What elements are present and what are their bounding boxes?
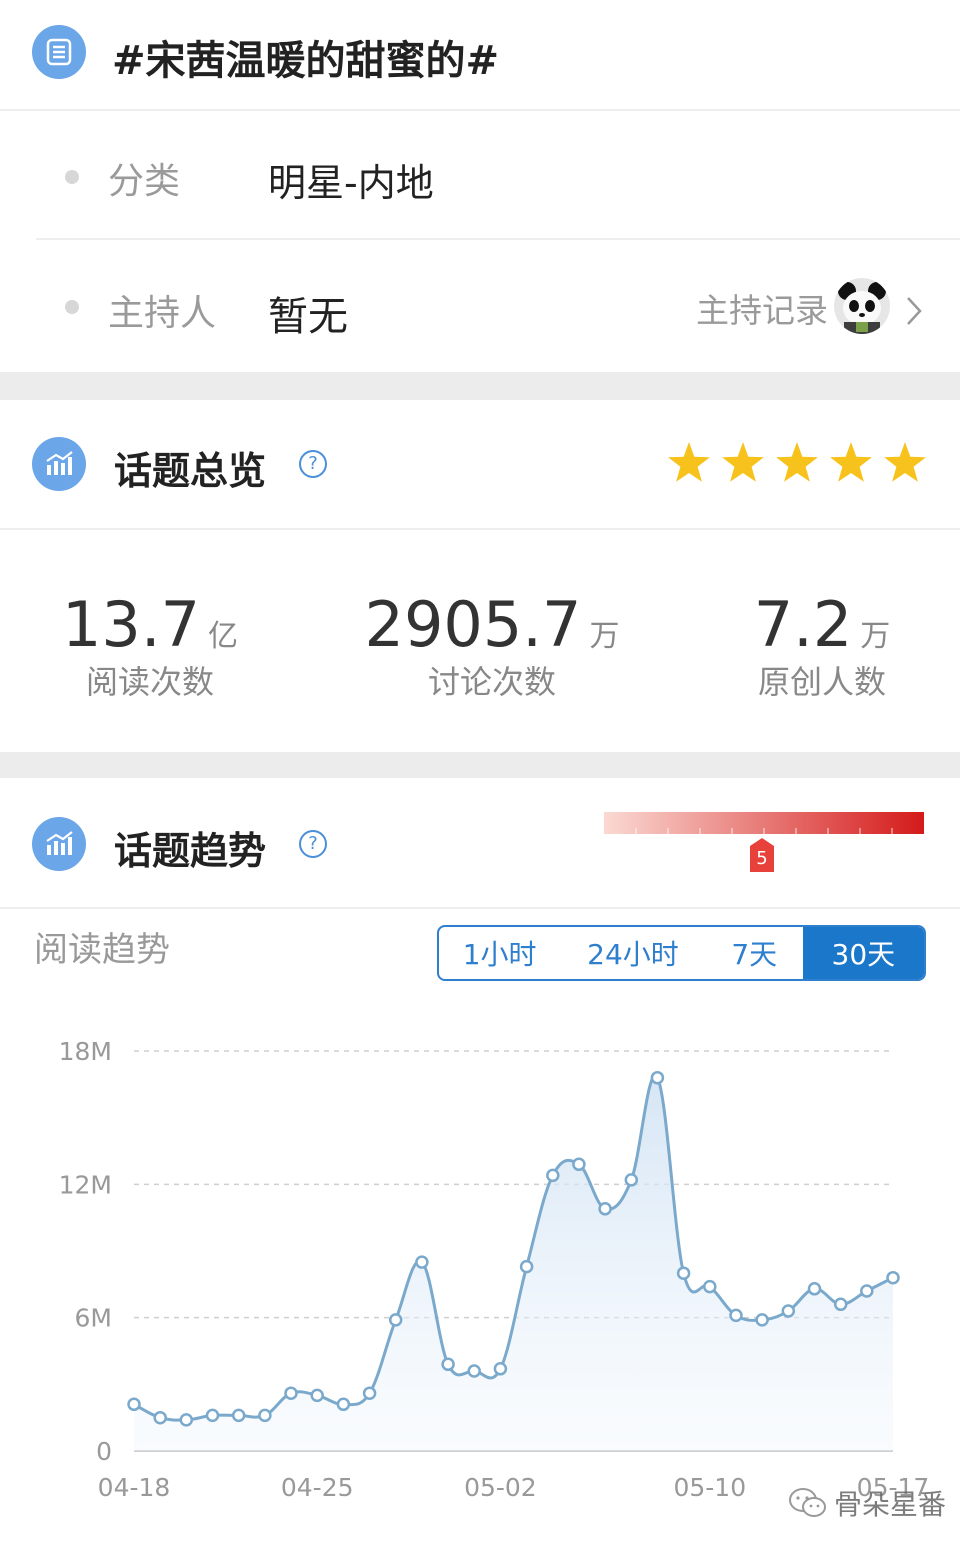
data-point bbox=[493, 1362, 508, 1376]
section-gap bbox=[0, 752, 960, 778]
host-record-label: 主持记录 bbox=[696, 291, 828, 330]
list-icon bbox=[32, 25, 86, 79]
data-point bbox=[415, 1255, 429, 1269]
x-tick-label: 04-18 bbox=[98, 1473, 171, 1502]
tab-1h[interactable]: 1小时 bbox=[439, 927, 560, 979]
chart-icon bbox=[32, 437, 86, 491]
heat-level: 5 bbox=[756, 848, 768, 869]
panda-avatar bbox=[834, 278, 890, 334]
data-point bbox=[860, 1284, 874, 1298]
help-icon[interactable]: ? bbox=[299, 450, 327, 478]
data-point bbox=[519, 1259, 534, 1274]
data-point bbox=[650, 1070, 665, 1085]
divider bbox=[36, 238, 960, 240]
rating-stars bbox=[662, 438, 932, 490]
category-label: 分类 bbox=[108, 161, 181, 202]
divider bbox=[0, 528, 960, 530]
help-icon[interactable]: ? bbox=[299, 830, 327, 858]
data-point bbox=[598, 1202, 612, 1216]
star-icon bbox=[668, 442, 710, 482]
bullet-dot bbox=[65, 170, 79, 184]
stat-value: 7.2 bbox=[753, 588, 853, 661]
watermark: 骨朵星番 bbox=[788, 1483, 946, 1523]
data-point bbox=[886, 1270, 900, 1285]
data-point bbox=[153, 1410, 167, 1425]
watermark-text: 骨朵星番 bbox=[834, 1488, 947, 1521]
y-tick-label: 0 bbox=[96, 1437, 112, 1466]
x-tick-label: 05-02 bbox=[464, 1473, 537, 1502]
stat-unit: 万 bbox=[860, 619, 891, 654]
data-point bbox=[179, 1413, 194, 1427]
heat-bar: 5 bbox=[602, 810, 926, 876]
star-icon bbox=[830, 442, 872, 482]
data-point bbox=[546, 1168, 560, 1183]
host-record-link[interactable]: 主持记录 bbox=[690, 272, 940, 342]
data-point bbox=[362, 1386, 377, 1400]
chart-icon bbox=[32, 817, 86, 871]
topic-title: #宋茜温暖的甜蜜的# bbox=[112, 38, 500, 84]
data-point bbox=[676, 1266, 691, 1280]
stat-label: 讨论次数 bbox=[427, 663, 556, 701]
x-tick-label: 04-25 bbox=[281, 1473, 354, 1502]
tab-30d[interactable]: 30天 bbox=[802, 927, 924, 979]
data-point bbox=[310, 1388, 324, 1403]
trend-title: 话题趋势 bbox=[114, 829, 267, 873]
category-value: 明星-内地 bbox=[268, 161, 434, 205]
data-point bbox=[231, 1408, 246, 1423]
host-value: 暂无 bbox=[268, 294, 348, 340]
tab-24h[interactable]: 24小时 bbox=[560, 927, 706, 979]
wechat-icon bbox=[789, 1488, 826, 1517]
y-tick-label: 18M bbox=[59, 1037, 112, 1066]
data-point bbox=[441, 1357, 455, 1372]
star-icon bbox=[884, 442, 926, 482]
read-trend-label: 阅读趋势 bbox=[34, 930, 170, 970]
bullet-dot bbox=[65, 300, 79, 314]
series-area bbox=[134, 1075, 893, 1451]
divider bbox=[0, 907, 960, 909]
stat-discuss-count: 2905.7 万 讨论次数 bbox=[332, 588, 652, 703]
y-tick-label: 6M bbox=[75, 1304, 112, 1333]
data-point bbox=[781, 1304, 796, 1318]
stat-read-count: 13.7 亿 阅读次数 bbox=[0, 588, 310, 703]
data-point bbox=[833, 1297, 848, 1312]
data-point bbox=[467, 1364, 481, 1378]
stat-label: 原创人数 bbox=[757, 663, 886, 701]
stat-unit: 亿 bbox=[208, 619, 239, 654]
section-gap bbox=[0, 372, 960, 400]
host-label: 主持人 bbox=[108, 293, 217, 334]
data-point bbox=[388, 1313, 403, 1327]
data-point bbox=[205, 1408, 220, 1423]
data-point bbox=[284, 1386, 298, 1400]
stat-value: 2905.7 bbox=[364, 588, 582, 661]
data-point bbox=[807, 1282, 822, 1296]
overview-title: 话题总览 bbox=[114, 449, 267, 493]
data-point bbox=[755, 1313, 769, 1327]
divider bbox=[0, 109, 960, 111]
data-point bbox=[572, 1157, 586, 1172]
stat-value: 13.7 bbox=[61, 588, 201, 661]
data-point bbox=[729, 1308, 743, 1323]
stat-original-count: 7.2 万 原创人数 bbox=[662, 588, 960, 703]
topic-header: #宋茜温暖的甜蜜的# bbox=[0, 0, 960, 110]
y-tick-label: 12M bbox=[59, 1170, 112, 1199]
time-range-tabs: 1小时 24小时 7天 30天 bbox=[437, 925, 926, 981]
star-icon bbox=[776, 442, 818, 482]
data-point bbox=[258, 1408, 272, 1423]
chevron-right-icon bbox=[904, 294, 924, 332]
tab-7d[interactable]: 7天 bbox=[706, 927, 803, 979]
read-trend-chart: 06M12M18M 04-18 04-25 05-02 05-10 05-17 bbox=[59, 1037, 930, 1502]
data-point bbox=[624, 1173, 639, 1187]
data-point bbox=[703, 1279, 717, 1294]
x-tick-label: 05-10 bbox=[673, 1473, 746, 1502]
star-icon bbox=[722, 442, 764, 482]
data-point bbox=[127, 1397, 141, 1412]
stat-label: 阅读次数 bbox=[85, 663, 214, 701]
stat-unit: 万 bbox=[589, 619, 620, 654]
data-point bbox=[336, 1397, 351, 1412]
